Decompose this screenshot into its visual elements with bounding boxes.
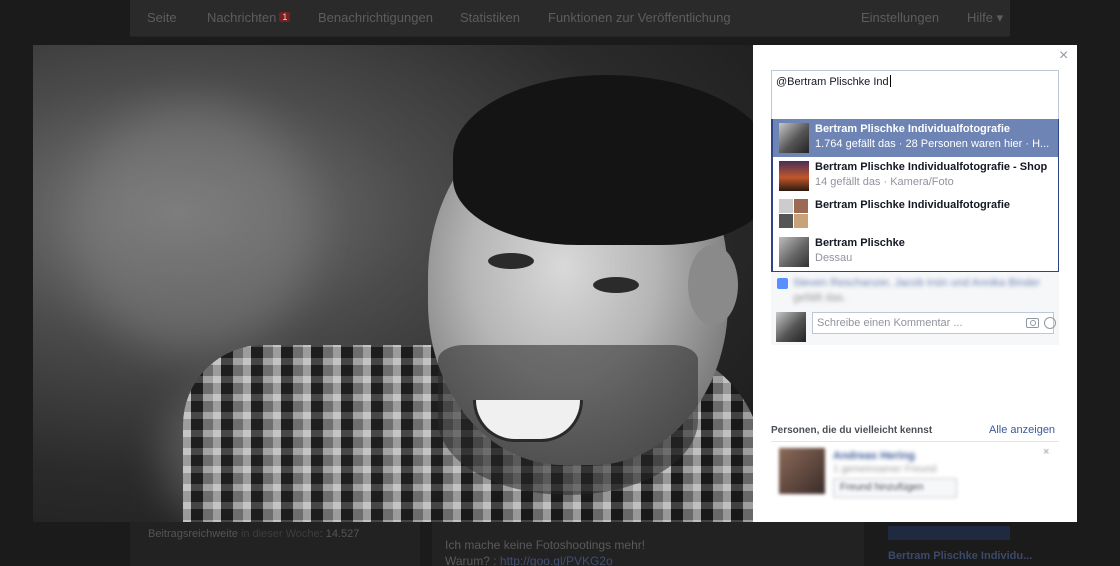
suggestion-name: Bertram Plischke (815, 237, 905, 249)
pymk-title: Personen, die du vielleicht kennst (771, 425, 933, 436)
emoji-icon[interactable] (1044, 317, 1056, 329)
likes-suffix: gefällt das. (793, 292, 847, 304)
text-caret (889, 75, 891, 87)
thumbnail-quadrant (794, 199, 808, 213)
suggestion-thumbnail (779, 123, 809, 153)
thumbnail-quadrant (779, 199, 793, 213)
suggestion-thumbnail (779, 161, 809, 191)
thumbs-up-icon (777, 278, 788, 289)
suggestion-name: Bertram Plischke Individualfotografie (815, 123, 1010, 135)
add-friend-button[interactable]: Freund hinzufügen (833, 478, 957, 498)
nav-messages-label: Nachrichten (207, 10, 277, 25)
photo-eye-right (593, 277, 639, 293)
likes-names[interactable]: Steven Reschanzer, Jacob Irsin und Annik… (793, 277, 1040, 289)
nav-settings: Einstellungen (861, 10, 940, 25)
suggestion-name: Bertram Plischke Individualfotografie (815, 199, 1010, 211)
background-top-nav: Seite Nachrichten 1 Benachrichtigungen St… (130, 0, 1010, 37)
photo-hair (453, 75, 753, 245)
nav-publishing-tools: Funktionen zur Veröffentlichung (548, 10, 731, 25)
photo-ear (688, 245, 738, 325)
mention-suggestions: Bertram Plischke Individualfotografie 1.… (771, 119, 1059, 272)
background-reach: Beitragsreichweite in dieser Woche: 14.5… (148, 528, 360, 540)
background-side-title: Bertram Plischke Individu... (888, 550, 1033, 562)
suggestion-name: Bertram Plischke Individualfotografie - … (815, 161, 1048, 173)
likes-text[interactable]: Steven Reschanzer, Jacob Irsin und Annik… (793, 276, 1053, 306)
reach-label: Beitragsreichweite (148, 528, 238, 540)
see-all-link[interactable]: Alle anzeigen (989, 424, 1055, 436)
suggestion-item[interactable]: Bertram Plischke Dessau (772, 233, 1058, 271)
nav-messages: Nachrichten 1 (207, 10, 291, 25)
suggestion-thumbnail (779, 237, 809, 267)
nav-notifications: Benachrichtigungen (318, 10, 433, 25)
likes-summary: Steven Reschanzer, Jacob Irsin und Annik… (771, 272, 1059, 312)
suggestion-subtitle: 14 gefällt das · Kamera/Foto (815, 176, 954, 188)
divider (771, 441, 1059, 442)
nav-messages-badge: 1 (279, 12, 291, 22)
camera-icon[interactable] (1026, 318, 1039, 328)
comment-input[interactable]: Schreibe einen Kommentar ... (812, 312, 1054, 334)
suggestion-subtitle: Dessau (815, 252, 853, 264)
suggestion-subtitle: 1.764 gefällt das · 28 Personen waren hi… (815, 138, 1050, 150)
photo-bokeh-1 (73, 105, 313, 355)
description-input-value: @Bertram Plischke Ind (776, 76, 889, 88)
suggestion-item[interactable]: Bertram Plischke Individualfotografie - … (772, 157, 1058, 195)
post-line-1: Ich mache keine Fotoshootings mehr! (445, 538, 646, 552)
nav-help: Hilfe ▾ (967, 10, 1004, 25)
photo-viewer-image[interactable] (33, 45, 753, 522)
avatar (776, 312, 806, 342)
photo-eye-left (488, 253, 534, 269)
reach-value: 14.527 (325, 528, 360, 540)
pymk-card: Andreas Hering 1 gemeinsamer Freund Freu… (771, 444, 1059, 504)
thumbnail-quadrant (779, 214, 793, 228)
background-post-text: Ich mache keine Fotoshootings mehr! Waru… (445, 537, 645, 566)
pymk-avatar[interactable] (779, 448, 825, 494)
nav-page: Seite (147, 10, 177, 25)
close-icon[interactable]: × (1059, 47, 1068, 65)
background-side-image (888, 526, 1010, 540)
dismiss-icon[interactable]: × (1043, 446, 1049, 458)
post-link: http://goo.gl/PVKG2o (499, 554, 613, 566)
nav-insights: Statistiken (460, 10, 520, 25)
suggestion-thumbnail (779, 199, 809, 229)
pymk-subtitle: 1 gemeinsamer Freund (833, 464, 937, 475)
thumbnail-quadrant (794, 214, 808, 228)
reach-suffix: in dieser Woche (240, 528, 320, 540)
pymk-name[interactable]: Andreas Hering (833, 450, 915, 462)
suggestion-item[interactable]: Bertram Plischke Individualfotografie (772, 195, 1058, 233)
comment-composer: Schreibe einen Kommentar ... (771, 312, 1059, 345)
post-line-2: Warum? : http://goo.gl/PVKG2o (445, 553, 645, 566)
suggestion-item[interactable]: Bertram Plischke Individualfotografie 1.… (772, 119, 1058, 157)
description-input[interactable]: @Bertram Plischke Ind (771, 70, 1059, 120)
post-line-2-prefix: Warum? : (445, 554, 500, 566)
photo-side-panel: × @Bertram Plischke Ind Bertram Plischke… (753, 45, 1077, 522)
